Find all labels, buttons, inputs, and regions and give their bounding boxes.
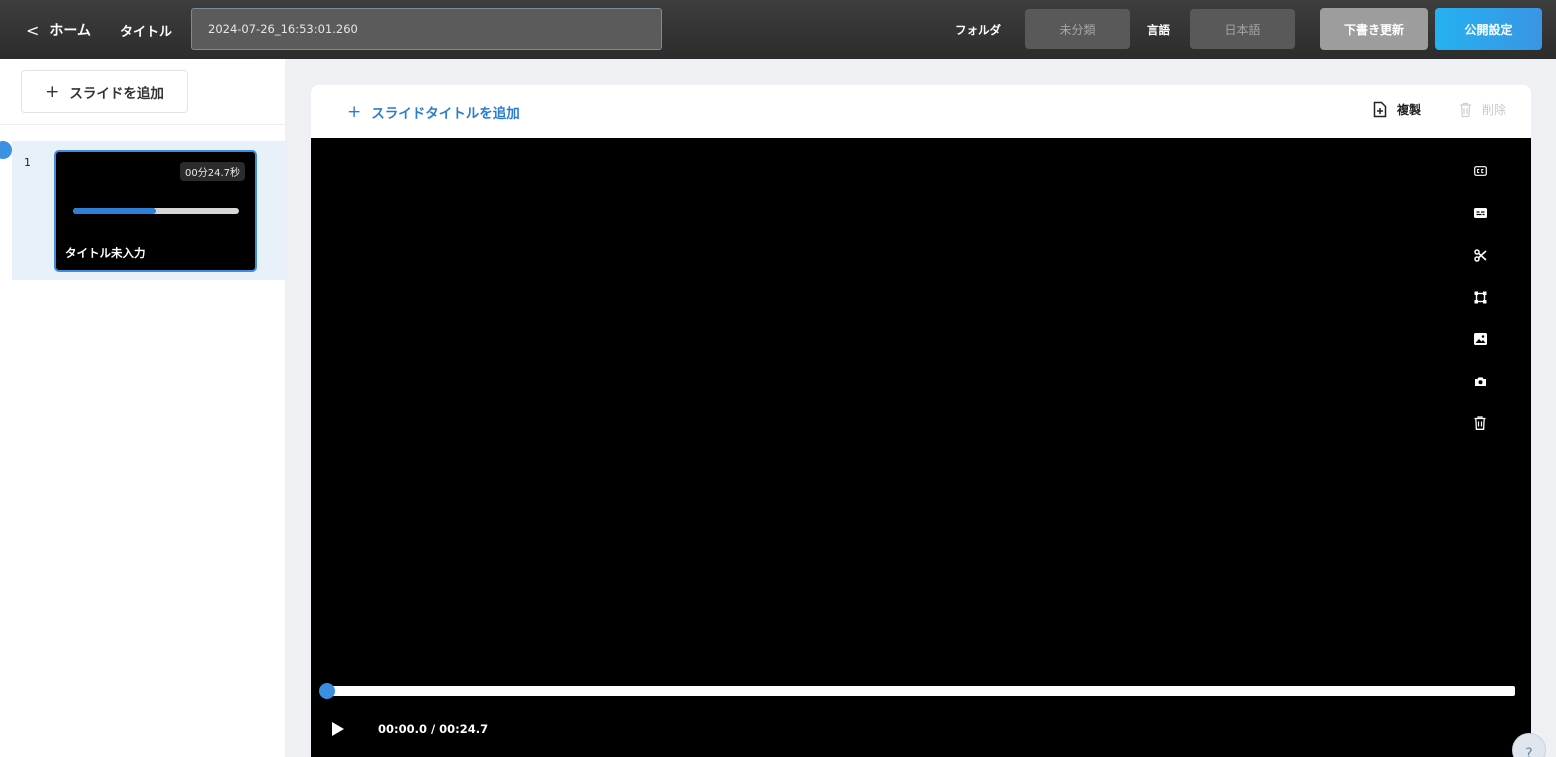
slide-thumbnail[interactable]: 00分24.7秒 タイトル未入力 <box>54 150 257 272</box>
slide-title: タイトル未入力 <box>65 246 146 260</box>
slide-editor-header: + スライドタイトルを追加 複製 削除 <box>311 85 1531 138</box>
folder-label: フォルダ <box>955 23 1001 37</box>
add-slide-title-button[interactable]: + スライドタイトルを追加 <box>347 102 520 122</box>
add-slide-button[interactable]: + スライドを追加 <box>21 70 188 113</box>
subtitles-icon[interactable] <box>1470 203 1490 223</box>
add-slide-label: スライドを追加 <box>69 85 164 102</box>
language-label: 言語 <box>1147 23 1170 37</box>
closed-caption-icon[interactable] <box>1470 161 1490 181</box>
publish-settings-button[interactable]: 公開設定 <box>1435 8 1542 50</box>
plus-icon: + <box>347 102 362 122</box>
duration-badge: 00分24.7秒 <box>180 162 245 181</box>
folder-select[interactable]: 未分類 <box>1025 9 1130 49</box>
add-slide-title-label: スライドタイトルを追加 <box>371 106 520 122</box>
title-input[interactable] <box>191 8 662 50</box>
sidebar-divider <box>0 124 285 125</box>
trash-icon[interactable] <box>1470 413 1490 433</box>
home-label: ホーム <box>49 23 91 39</box>
plus-icon: + <box>45 81 60 102</box>
scissors-icon[interactable] <box>1470 245 1490 265</box>
slide-number: 1 <box>24 156 31 169</box>
slide-progress-bar <box>73 208 239 214</box>
back-to-home-link[interactable]: < ホーム <box>26 19 91 41</box>
image-icon[interactable] <box>1470 329 1490 349</box>
selected-slide-indicator <box>0 141 12 159</box>
title-label: タイトル <box>120 25 173 40</box>
play-icon <box>332 722 344 736</box>
duplicate-button[interactable]: 複製 <box>1373 101 1421 118</box>
duplicate-label: 複製 <box>1397 103 1422 117</box>
language-select[interactable]: 日本語 <box>1190 9 1295 49</box>
time-readout: 00:00.0 / 00:24.7 <box>378 722 489 736</box>
crop-frame-icon[interactable] <box>1470 287 1490 307</box>
top-bar: < ホーム タイトル フォルダ 未分類 言語 日本語 下書き更新 公開設定 <box>0 0 1556 59</box>
camera-icon[interactable] <box>1470 371 1490 391</box>
play-button[interactable] <box>331 721 347 737</box>
delete-label: 削除 <box>1482 103 1507 117</box>
video-player: 00:00.0 / 00:24.7 <box>311 138 1531 757</box>
trash-icon <box>1460 102 1471 117</box>
seek-handle[interactable] <box>319 683 335 699</box>
slide-progress-fill <box>73 208 156 214</box>
delete-button[interactable]: 削除 <box>1459 101 1506 118</box>
help-button[interactable]: ? <box>1512 733 1546 757</box>
seek-bar[interactable] <box>326 686 1515 696</box>
chevron-left-icon: < <box>26 20 40 40</box>
file-plus-icon <box>1373 101 1387 118</box>
slide-sidebar: + スライドを追加 1 00分24.7秒 タイトル未入力 <box>0 59 285 757</box>
slide-editor-card: + スライドタイトルを追加 複製 削除 00:00.0 / 00:24.7 <box>311 85 1531 757</box>
draft-update-button[interactable]: 下書き更新 <box>1320 8 1428 50</box>
